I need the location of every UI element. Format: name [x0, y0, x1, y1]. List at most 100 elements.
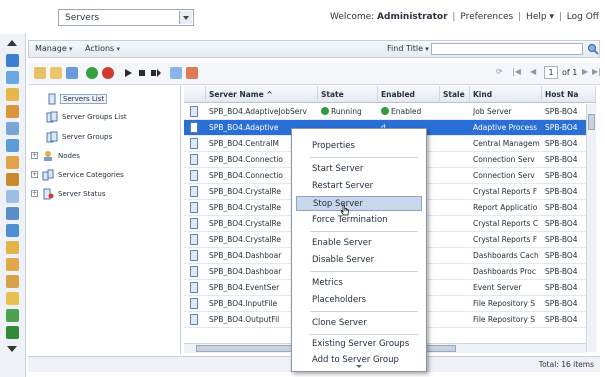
server-type-select[interactable]: Servers: [58, 9, 194, 26]
instances-icon[interactable]: [6, 190, 19, 203]
expand-icon[interactable]: +: [31, 190, 38, 197]
federation-icon[interactable]: [6, 275, 19, 288]
stop-server-icon[interactable]: [102, 67, 114, 79]
cell-kind: Dashboards Proc: [473, 267, 537, 276]
next-page-icon[interactable]: ▶: [582, 67, 588, 76]
play-icon[interactable]: [122, 67, 134, 79]
find-title-dropdown[interactable]: Find Title: [387, 44, 429, 53]
cell-kind: Event Server: [473, 283, 522, 292]
server-row-icon: [190, 106, 198, 117]
cell-kind: Job Server: [473, 107, 512, 116]
start-server-icon[interactable]: [86, 67, 98, 79]
calendar-icon[interactable]: [6, 122, 19, 135]
welcome-bar: Welcome: Administrator | Preferences | H…: [329, 12, 599, 22]
previous-page-icon[interactable]: ◀: [530, 67, 536, 76]
expand-icon[interactable]: +: [31, 171, 38, 178]
refresh-icon[interactable]: ⟳: [496, 67, 503, 76]
servers-list-icon: [48, 93, 56, 105]
menu-item-properties[interactable]: Properties: [296, 139, 422, 154]
copy-icon[interactable]: [50, 67, 62, 79]
grid-vertical-scrollbar[interactable]: [586, 104, 596, 352]
menu-item-disable-server[interactable]: Disable Server: [296, 253, 422, 268]
scrollbar-thumb[interactable]: [588, 114, 595, 130]
audit-icon[interactable]: [6, 224, 19, 237]
menu-item-start-server[interactable]: Start Server: [296, 162, 422, 177]
log-off-link[interactable]: Log Off: [567, 12, 599, 22]
table-row[interactable]: SPB_BO4.AdaptiveJobServ Running Enabled Job…: [184, 104, 596, 120]
page-count: of 1: [562, 68, 578, 77]
chevron-down-icon[interactable]: [179, 11, 192, 24]
find-input[interactable]: [431, 43, 583, 55]
cell-kind: Report Applicatio: [473, 203, 538, 212]
page-number-input[interactable]: 1: [544, 66, 558, 79]
menu-separator: [310, 334, 418, 335]
tree-item-label: Servers List: [60, 94, 108, 104]
column-header-enabled[interactable]: Enabled: [378, 86, 440, 103]
help-menu[interactable]: Help: [526, 12, 547, 22]
cell-kind: Dashboards Cach: [473, 251, 539, 260]
left-icon-rail: [0, 34, 26, 377]
access-levels-icon[interactable]: [6, 139, 19, 152]
menu-item-clone-server[interactable]: Clone Server: [296, 316, 422, 331]
nodes-icon: [44, 151, 52, 161]
menu-item-stop-server[interactable]: Stop Server: [296, 196, 422, 211]
welcome-label: Welcome:: [329, 12, 375, 22]
total-items: Total: 16 items: [538, 360, 594, 369]
preferences-link[interactable]: Preferences: [460, 12, 513, 22]
server-row-icon: [190, 266, 198, 277]
server-groups-list-icon: [46, 111, 58, 123]
scroll-up-icon[interactable]: [7, 40, 17, 46]
scroll-down-icon[interactable]: [7, 346, 17, 352]
mouse-cursor-icon: [340, 204, 349, 216]
server-groups-icon: [46, 131, 58, 143]
menu-item-force-termination[interactable]: Force Termination: [296, 213, 422, 228]
column-header-state[interactable]: State: [318, 86, 378, 103]
menu-separator: [310, 231, 418, 232]
server-row-icon: [190, 298, 198, 309]
refresh-dependents-icon[interactable]: [66, 67, 78, 79]
column-header-server-name[interactable]: Server Name ^: [206, 86, 318, 103]
menu-item-enable-server[interactable]: Enable Server: [296, 236, 422, 251]
settings-icon[interactable]: [6, 173, 19, 186]
restart-icon[interactable]: [150, 67, 162, 79]
context-menu: Properties Start Server Restart Server S…: [291, 128, 427, 372]
cell-kind: Connection Serv: [473, 155, 535, 164]
folders-icon[interactable]: [6, 88, 19, 101]
last-page-icon[interactable]: ▶|: [592, 67, 601, 76]
categories-icon[interactable]: [6, 105, 19, 118]
server-type-select-value: Servers: [65, 13, 100, 23]
menu-item-existing-server-groups[interactable]: Existing Server Groups: [296, 337, 422, 352]
upgrade-icon[interactable]: [6, 309, 19, 322]
monitoring-icon[interactable]: [6, 292, 19, 305]
column-header-icon: [184, 86, 206, 103]
chevron-down-icon[interactable]: ▾: [547, 12, 554, 22]
servers-icon[interactable]: [6, 54, 19, 67]
first-page-icon[interactable]: |◀: [512, 67, 521, 76]
server-row-icon: [190, 218, 198, 229]
users-icon[interactable]: [6, 71, 19, 84]
license-icon[interactable]: [6, 258, 19, 271]
applications-icon[interactable]: [6, 156, 19, 169]
actions-menu[interactable]: Actions: [85, 44, 120, 53]
clone-icon[interactable]: [186, 67, 198, 79]
menu-item-restart-server[interactable]: Restart Server: [296, 179, 422, 194]
metrics-icon[interactable]: [170, 67, 182, 79]
cell-enabled-text: Enabled: [391, 107, 422, 116]
manage-menu[interactable]: Manage: [35, 44, 73, 53]
column-header-stale[interactable]: Stale: [440, 86, 470, 103]
search-icon[interactable]: [587, 43, 599, 55]
auth-icon[interactable]: [6, 241, 19, 254]
menu-item-placeholders[interactable]: Placeholders: [296, 293, 422, 308]
promotion-icon[interactable]: [6, 326, 19, 339]
menu-scroll-down-icon[interactable]: [356, 365, 362, 368]
column-header-kind[interactable]: Kind: [470, 86, 542, 103]
cell-state: Running: [321, 107, 377, 116]
expand-icon[interactable]: +: [31, 152, 38, 159]
column-header-host-name[interactable]: Host Na: [542, 86, 596, 103]
stop-icon[interactable]: [136, 67, 148, 79]
server-row-icon: [190, 202, 198, 213]
sessions-icon[interactable]: [6, 207, 19, 220]
menu-item-metrics[interactable]: Metrics: [296, 276, 422, 291]
cell-kind: File Repository S: [473, 315, 535, 324]
properties-icon[interactable]: [34, 67, 46, 79]
